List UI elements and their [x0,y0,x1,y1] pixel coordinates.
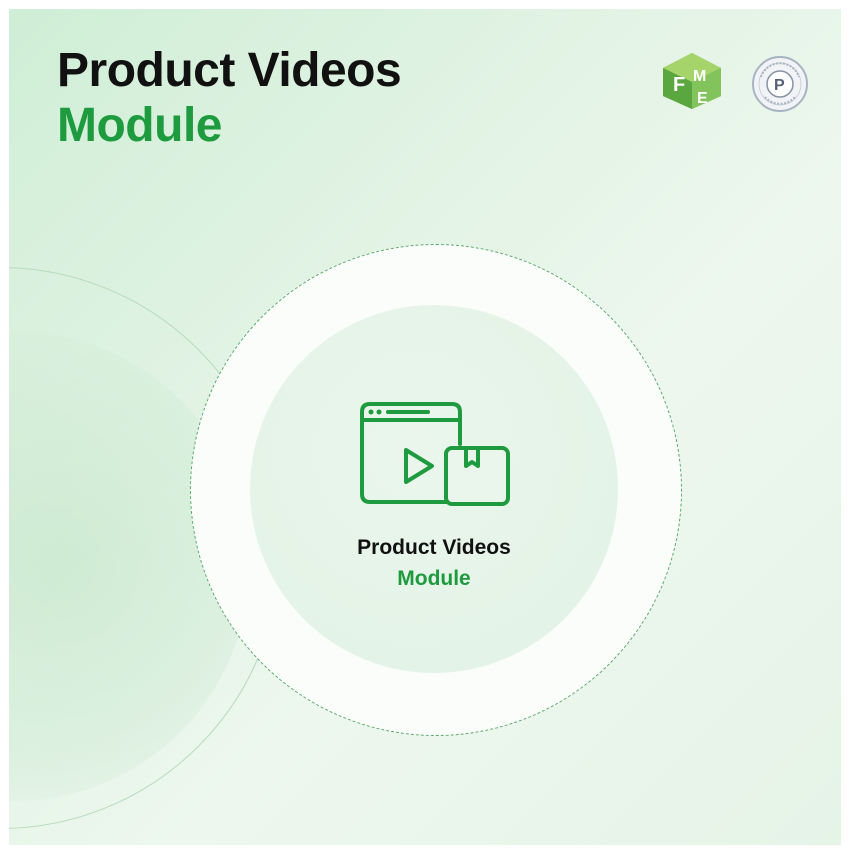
logo-group: F M E P [659,51,819,112]
badge-title-line-1: Product Videos [357,536,511,559]
badge-title-line-2: Module [397,567,471,590]
svg-text:E: E [697,90,708,107]
video-product-icon [360,402,510,506]
svg-text:P: P [774,77,785,94]
fme-cube-logo-icon: F M E [663,53,721,109]
title-line-2: Module [57,99,222,152]
badge-title: Product Videos Module [250,532,618,594]
title-line-1: Product Videos [57,44,402,97]
page-title: Product Videos Module [57,43,402,153]
svg-text:M: M [693,68,706,85]
banner-canvas: Product Videos Module F M E P Product Vi… [9,9,841,845]
prestashop-partner-logo-icon: P [752,56,808,112]
svg-text:F: F [673,74,685,96]
